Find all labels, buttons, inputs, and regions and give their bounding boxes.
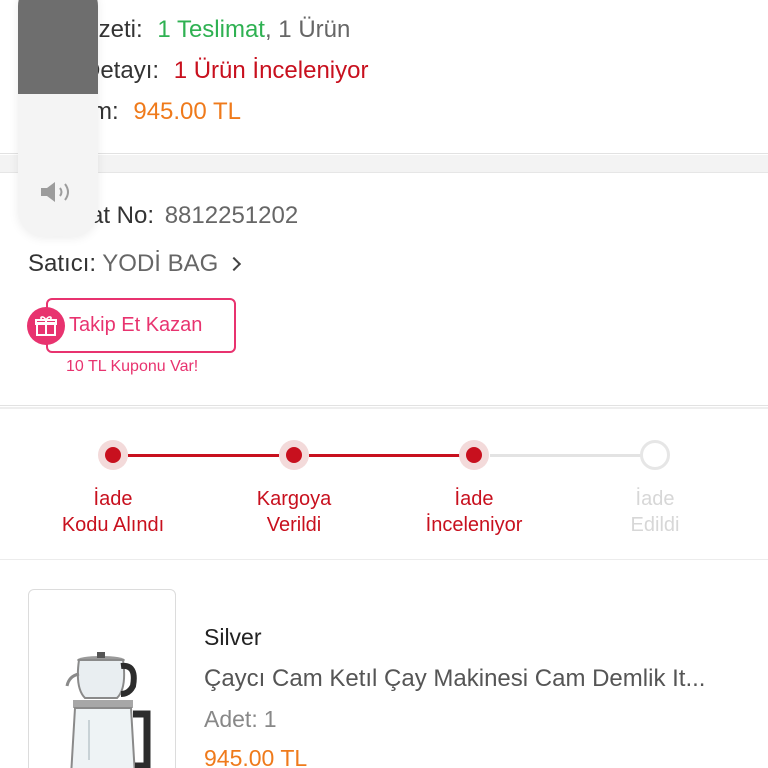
step-dot-pending [640,440,670,470]
step-dot-completed [98,440,128,470]
step-label-line: İade [635,488,675,510]
return-progress-stepper: İade Kodu Alındı Kargoya Verildi İade İn… [0,409,768,559]
volume-level-fill [18,0,98,94]
coupon-text: 10 TL Kuponu Var! [66,358,199,375]
product-name[interactable]: Çaycı Cam Ketıl Çay Makinesi Cam Demlik … [204,665,734,693]
step-label-line: İnceleniyor [425,514,523,536]
volume-hud [18,0,98,236]
step-label-line: İade [454,488,494,510]
step-label-refunded: İade Edildi [575,486,735,538]
shipment-card: at No: 8812251202 Satıcı: YODİ BAG Takip… [0,174,768,406]
seller-name[interactable]: YODİ BAG [102,250,218,277]
progress-line-done [128,454,279,457]
product-image[interactable] [28,589,176,768]
gift-icon [27,307,65,345]
step-label-line: Verildi [266,514,322,536]
detail-status: 1 Ürün İnceleniyor [173,57,369,84]
seller-link[interactable]: Satıcı: YODİ BAG [28,250,242,278]
step-label-line: İade [93,488,133,510]
section-divider [0,155,768,173]
step-label-line: Kargoya [256,488,332,510]
shipment-number-label: at No: [90,202,155,229]
step-label-line: Edildi [630,514,680,536]
delivery-count: 1 Teslimat [157,16,265,43]
step-label-reviewing: İade İnceleniyor [394,486,554,538]
follow-button-label: Takip Et Kazan [69,314,203,336]
product-price: 945.00 TL [204,745,308,768]
quantity-label: Adet: [204,706,258,732]
total-amount: 945.00 TL [133,98,241,125]
product-quantity: Adet: 1 [204,706,277,733]
order-summary-card: Özeti: 1 Teslimat, 1 Ürün Detayı: 1 Ürün… [0,0,768,154]
product-brand: Silver [204,624,262,650]
step-dot-completed [459,440,489,470]
product-item[interactable]: Silver Çaycı Cam Ketıl Çay Makinesi Cam … [0,560,768,768]
seller-label: Satıcı: [28,250,97,277]
quantity-value: 1 [263,706,277,732]
speaker-icon [40,180,76,209]
kettle-icon [65,652,151,768]
follow-and-earn-button[interactable]: Takip Et Kazan [46,298,236,353]
progress-line-done [309,454,460,457]
step-dot-completed [279,440,309,470]
item-count: , 1 Ürün [264,16,351,43]
step-label-shipped: Kargoya Verildi [214,486,374,538]
chevron-right-icon [226,256,242,272]
step-label-line: Kodu Alındı [61,514,165,536]
step-label-code-received: İade Kodu Alındı [33,486,193,538]
progress-line-pending [490,454,642,457]
shipment-number: 8812251202 [164,202,299,229]
